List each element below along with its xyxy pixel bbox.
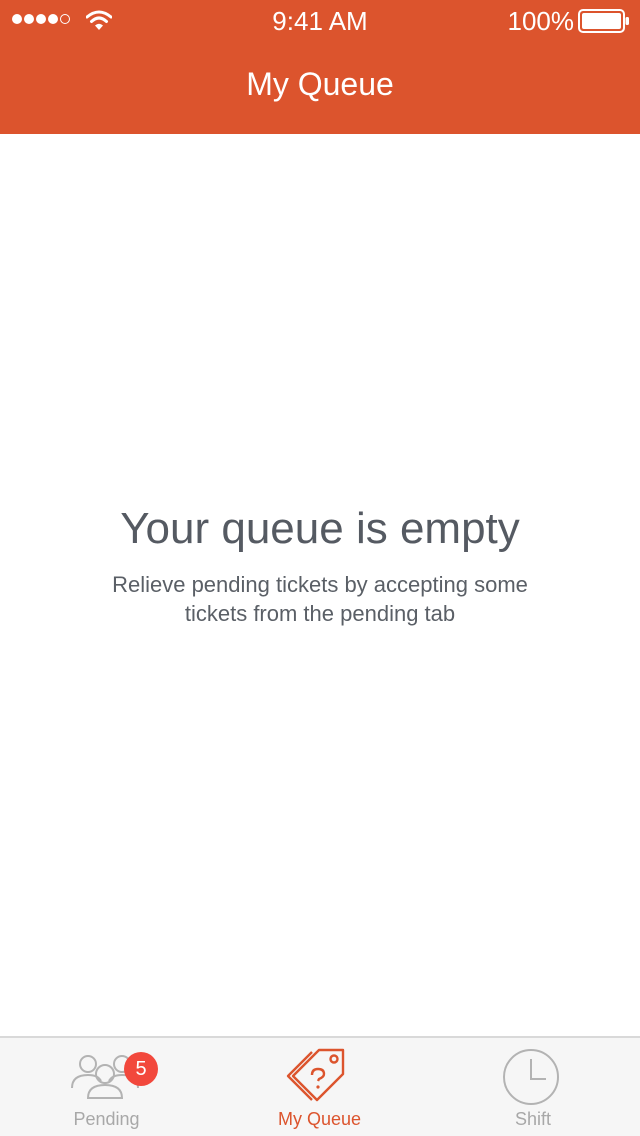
page-title: My Queue (246, 66, 394, 102)
empty-state-description: Relieve pending tickets by accepting som… (112, 572, 528, 626)
tab-my-queue-label: My Queue (277, 1109, 362, 1129)
tab-pending[interactable]: 5 Pending (0, 1038, 213, 1136)
clock-icon (503, 1049, 559, 1105)
status-bar: 9:41 AM 100% (0, 0, 640, 40)
tab-pending-label: Pending (73, 1109, 140, 1129)
tab-bar: 5 Pending My Queue Shift (0, 1036, 640, 1136)
app-header: 9:41 AM 100% My Queue (0, 0, 640, 134)
tab-shift-label: Shift (514, 1109, 552, 1129)
empty-state-title: Your queue is empty (120, 504, 520, 553)
pending-count-badge: 5 (124, 1052, 158, 1086)
tags-question-icon (286, 1048, 345, 1102)
battery-icon (578, 9, 629, 33)
tab-my-queue[interactable]: My Queue (213, 1038, 426, 1136)
tab-shift[interactable]: Shift (426, 1038, 640, 1136)
battery-percent: 100% (507, 6, 575, 36)
empty-state: Your queue is empty Relieve pending tick… (0, 500, 640, 628)
